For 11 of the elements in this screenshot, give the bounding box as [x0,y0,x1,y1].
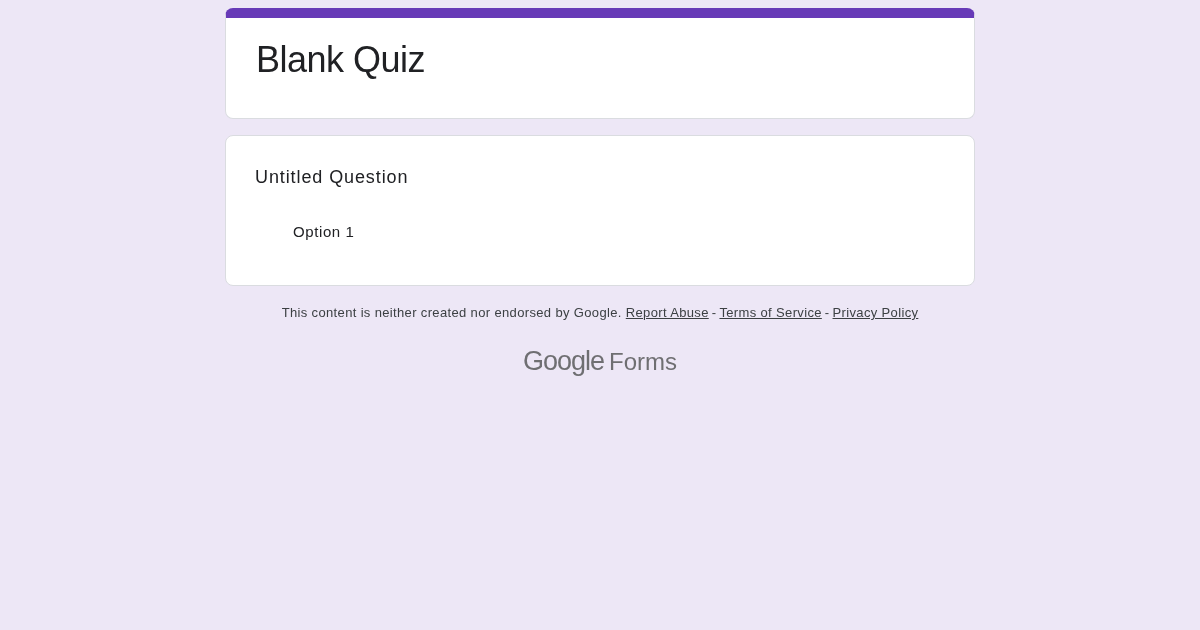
disclaimer-text: This content is neither created nor endorsed by Google. [281,304,622,322]
separator-text: - [711,304,717,322]
logo-product-text: Forms [609,347,678,377]
footer-link[interactable]: Privacy Policy [832,304,919,322]
form-title: Blank Quiz [256,38,427,82]
footer-link[interactable]: Report Abuse [625,304,709,322]
question-title: Untitled Question [255,166,410,189]
separator-text: - [824,304,830,322]
footer-link[interactable]: Terms of Service [719,304,822,322]
option-label: Option 1 [293,222,356,242]
logo-brand-text: Google [522,345,605,377]
